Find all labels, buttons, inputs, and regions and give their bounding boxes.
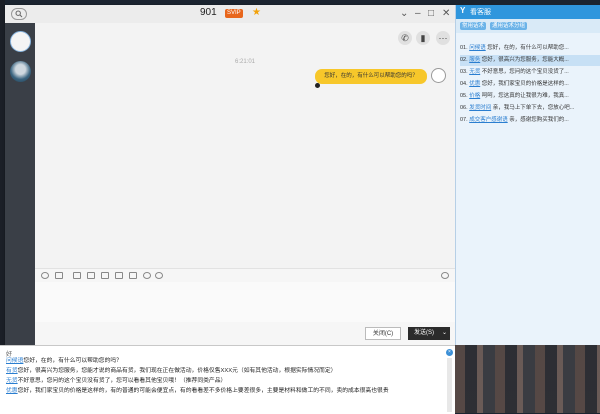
list-item[interactable]: 优惠您好，我们家宝贝的价格是这样的，有的普通的可能会便宜点，有的看看差不多价格上… (6, 387, 446, 396)
panel-header: Y 看客服 (456, 5, 600, 19)
tab-general[interactable]: 通用话术分组 (490, 22, 528, 30)
file-icon[interactable] (115, 272, 123, 279)
quick-phrase-panel: 好 × 问候语您好，在的，有什么可以帮助您的吗？ 有货您好，很高兴为您服务，您能… (0, 345, 455, 414)
message-input[interactable] (35, 282, 455, 322)
panel-title: 看客服 (470, 9, 491, 16)
list-item[interactable]: 无货不好意思，您问的这个宝贝没有货了，您可以看看其他宝贝哦！（推荐同类产品） (6, 377, 446, 386)
send-button[interactable]: 发送(S) ⌄ (408, 327, 450, 340)
maximize-icon[interactable]: □ (428, 8, 434, 20)
avatar[interactable] (10, 31, 31, 52)
remove-icon[interactable] (155, 272, 163, 279)
download-icon[interactable] (143, 272, 151, 279)
history-icon[interactable] (441, 272, 449, 279)
search-icon (15, 10, 23, 18)
list-item[interactable]: 06. 发货时间 亲，我马上下单下去，您放心吧... (460, 103, 600, 114)
minimize-icon[interactable]: – (415, 8, 421, 20)
list-item[interactable]: 01. 问候语 您好，在的，有什么可以帮助您... (460, 43, 600, 54)
emoji-icon[interactable] (41, 272, 49, 279)
bubble-marker (315, 83, 320, 88)
desktop-background (455, 345, 600, 413)
more-icon[interactable]: ⋯ (436, 31, 450, 45)
close-icon[interactable]: ✕ (442, 8, 450, 20)
search-button[interactable] (11, 8, 27, 20)
panel-tabs: 常用话术 通用话术分组 (456, 19, 600, 33)
list-item[interactable]: 问候语您好，在的，有什么可以帮助您的吗？ (6, 357, 446, 366)
send-label: 发送(S) (414, 330, 434, 336)
message-timestamp: 6:21:01 (235, 59, 256, 65)
contact-name: 901 (200, 7, 217, 18)
list-item[interactable]: 07. 成交客户感谢语 亲，感谢您购买我们的... (460, 115, 600, 126)
list-item[interactable]: 03. 无货 不好意思，您问的这个宝贝没货了... (460, 67, 600, 78)
calendar-icon[interactable] (129, 272, 137, 279)
chevron-down-icon[interactable]: ⌄ (400, 8, 408, 20)
chat-window: 901 SVIP ★ ⌄ – □ ✕ ✆ ▮ ⋯ 6:21:01 您好，在的，有… (5, 5, 455, 345)
message-area: ✆ ▮ ⋯ 6:21:01 您好，在的，有什么可以帮助您的吗？ (35, 23, 455, 268)
vip-badge: SVIP (225, 9, 243, 18)
star-icon: ★ (252, 7, 261, 18)
chevron-down-icon[interactable]: ⌄ (442, 327, 447, 340)
close-button[interactable]: 关闭(C) (365, 327, 401, 340)
quick-reply-panel: Y 看客服 常用话术 通用话术分组 01. 问候语 您好，在的，有什么可以帮助您… (455, 5, 600, 345)
avatar (431, 68, 446, 83)
footer-bar: 关闭(C) 发送(S) ⌄ (35, 322, 455, 345)
picture-icon[interactable] (101, 272, 109, 279)
tab-common[interactable]: 常用话术 (460, 22, 487, 30)
message-bubble: 您好，在的，有什么可以帮助您的吗？ (315, 69, 427, 84)
contact-sidebar (5, 23, 35, 345)
video-icon[interactable]: ▮ (416, 31, 430, 45)
screenshot-icon[interactable] (73, 272, 81, 279)
list-item[interactable]: 05. 价格 呵呵，您这真的让我很为难，我真... (460, 91, 600, 102)
list-item[interactable]: 02. 服务 您好，很高兴为您服务，您能大概... (460, 55, 600, 66)
list-item[interactable]: 有货您好，很高兴为您服务，您能才说的商品有货，我们现在正在做活动，价格仅售XXX… (6, 367, 446, 376)
image-icon[interactable] (55, 272, 63, 279)
avatar[interactable] (10, 61, 31, 82)
title-bar: 901 SVIP ★ ⌄ – □ ✕ (5, 5, 455, 24)
list-item[interactable]: 04. 优惠 您好，我们家宝贝的价格是这样的... (460, 79, 600, 90)
folder-icon[interactable] (87, 272, 95, 279)
input-toolbar (35, 268, 455, 283)
scrollbar[interactable] (447, 358, 452, 412)
phone-icon[interactable]: ✆ (398, 31, 412, 45)
logo-icon: Y (460, 6, 466, 15)
clear-icon[interactable]: × (446, 349, 453, 356)
